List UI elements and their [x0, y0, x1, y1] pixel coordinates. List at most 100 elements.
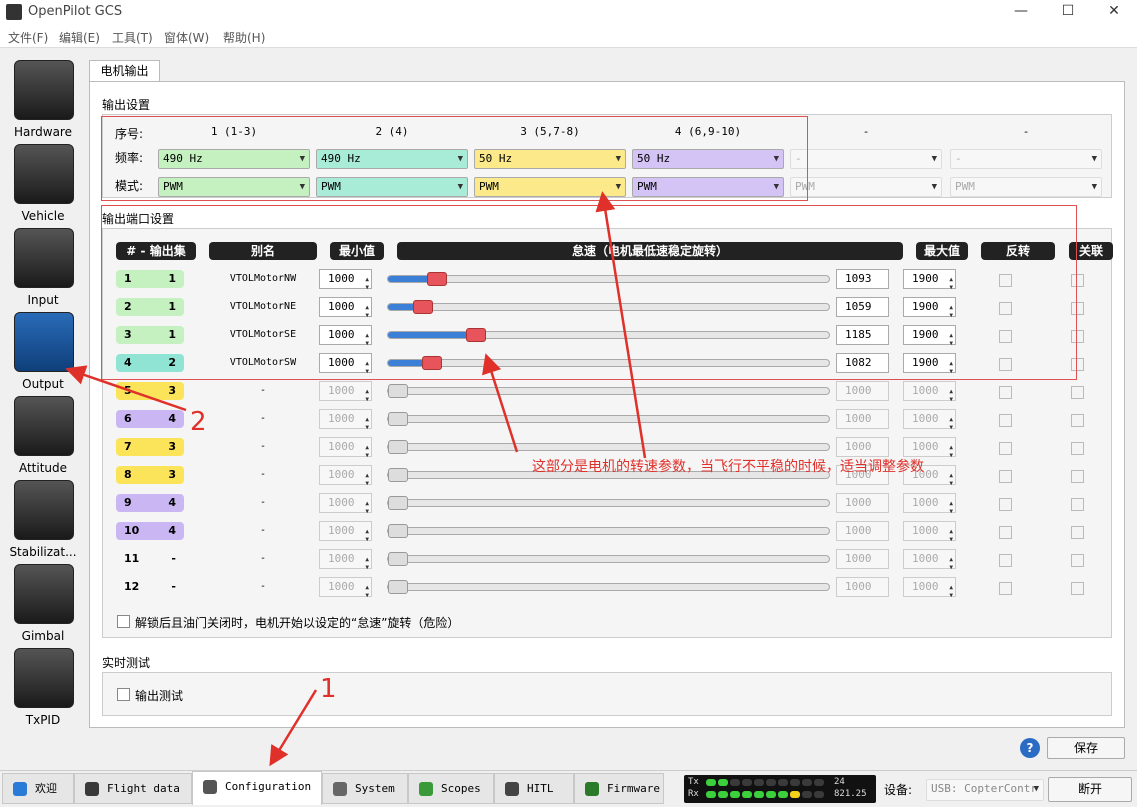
- channel-number-badge: 12 -: [116, 578, 184, 596]
- channel-neutral-value: 1000: [845, 440, 872, 453]
- channel-neutral-value: 1000: [845, 496, 872, 509]
- channel-neutral-value: 1000: [845, 412, 872, 425]
- spin-down-icon: ▼: [949, 424, 953, 431]
- tab-firmware[interactable]: Firmware: [574, 773, 664, 804]
- tab-hitl[interactable]: HITL: [494, 773, 574, 804]
- sidebar-item-gimbal[interactable]: Gimbal: [4, 564, 82, 648]
- flight-data-icon: [85, 782, 99, 796]
- channel-min-value: 1000: [328, 440, 355, 453]
- device-select[interactable]: USB: CopterContr ▼: [926, 779, 1044, 801]
- telemetry-led: [802, 779, 812, 786]
- channel-min-spinbox: 1000 ▲ ▼: [319, 493, 372, 515]
- menu-help[interactable]: 帮助(H): [223, 29, 265, 46]
- channel-number: 10: [124, 524, 140, 537]
- channel-number: 5: [124, 384, 132, 397]
- channel-row: 6 4-1000 ▲ ▼ 1000 1000 ▲ ▼: [103, 409, 1113, 433]
- channel-min-value: 1000: [328, 384, 355, 397]
- chevron-down-icon: ▼: [931, 154, 937, 164]
- channel-row: 5 3-1000 ▲ ▼ 1000 1000 ▲ ▼: [103, 381, 1113, 405]
- link-checkbox: [1071, 554, 1084, 567]
- link-checkbox: [1071, 526, 1084, 539]
- channel-max-spinbox: 1000 ▲ ▼: [903, 409, 956, 431]
- channel-bank: 3: [168, 440, 176, 453]
- camera-icon: [14, 564, 74, 624]
- annotation-marker-2: 2: [190, 407, 207, 437]
- slider-handle: [388, 552, 408, 566]
- channel-max-spinbox: 1000 ▲ ▼: [903, 437, 956, 459]
- channel-alias: -: [259, 385, 267, 396]
- sidebar-item-hardware[interactable]: Hardware: [4, 60, 82, 144]
- channel-min-spinbox: 1000 ▲ ▼: [319, 409, 372, 431]
- spin-on-arm-checkbox[interactable]: [117, 615, 130, 628]
- channel-row: 10 4-1000 ▲ ▼ 1000 1000 ▲ ▼: [103, 521, 1113, 545]
- device-select-value: USB: CopterContr: [931, 782, 1037, 795]
- channel-max-value: 1000: [912, 552, 939, 565]
- sidebar-item-attitude[interactable]: Attitude: [4, 396, 82, 480]
- telemetry-led: [706, 791, 716, 798]
- channel-max-spinbox: 1000 ▲ ▼: [903, 521, 956, 543]
- channel-alias: -: [259, 497, 267, 508]
- telemetry-led: [778, 779, 788, 786]
- slider-handle: [388, 412, 408, 426]
- sidebar-item-vehicle[interactable]: Vehicle: [4, 144, 82, 228]
- tab-motor-output[interactable]: 电机输出: [89, 60, 160, 82]
- telemetry-led: [718, 791, 728, 798]
- channel-max-value: 1000: [912, 496, 939, 509]
- channel-number: 11: [124, 552, 140, 565]
- gamepad-icon: [505, 782, 519, 796]
- spin-down-icon: ▼: [365, 480, 369, 487]
- sidebar-item-output[interactable]: Output: [4, 312, 82, 396]
- menu-tools[interactable]: 工具(T): [112, 29, 153, 46]
- tab-configuration[interactable]: Configuration: [192, 771, 322, 805]
- close-button[interactable]: ✕: [1091, 0, 1137, 24]
- disconnect-button[interactable]: 断开: [1048, 777, 1132, 802]
- channel-number-badge: 94: [116, 494, 184, 512]
- menu-file[interactable]: 文件(F): [8, 29, 48, 46]
- sidebar-item-label: Stabilizat...: [9, 545, 77, 559]
- window-title: OpenPilot GCS: [28, 4, 123, 19]
- telemetry-led: [766, 791, 776, 798]
- spin-down-icon: ▼: [365, 452, 369, 459]
- slider-handle: [388, 440, 408, 454]
- channel-number-badge: 64: [116, 410, 184, 428]
- channel-alias: -: [259, 525, 267, 536]
- app-logo-icon: [6, 4, 22, 20]
- help-icon[interactable]: ?: [1020, 738, 1040, 758]
- spin-down-icon: ▼: [365, 508, 369, 515]
- telemetry-led: [814, 779, 824, 786]
- channel-neutral-spinbox: 1000: [836, 493, 889, 513]
- scope-icon: [419, 782, 433, 796]
- reverse-checkbox: [999, 386, 1012, 399]
- bank-index-6: -: [1022, 125, 1030, 138]
- sidebar-item-stabilizat[interactable]: Stabilizat...: [4, 480, 82, 564]
- channel-number: 12: [124, 580, 140, 593]
- sidebar-item-input[interactable]: Input: [4, 228, 82, 312]
- channel-number-badge: 73: [116, 438, 184, 456]
- output-test-checkbox[interactable]: [117, 688, 130, 701]
- menu-edit[interactable]: 编辑(E): [59, 29, 100, 46]
- telemetry-led: [754, 779, 764, 786]
- minimize-button[interactable]: —: [998, 0, 1044, 24]
- sidebar-item-txpid[interactable]: TxPID: [4, 648, 82, 732]
- wrench-icon: [203, 780, 217, 794]
- tx-value: 24: [834, 777, 845, 787]
- bank-freq-value: -: [955, 152, 962, 165]
- spin-down-icon: ▼: [949, 396, 953, 403]
- rx-value: 821.25: [834, 789, 867, 799]
- channel-min-spinbox: 1000 ▲ ▼: [319, 437, 372, 459]
- spin-down-icon: ▼: [365, 396, 369, 403]
- spin-on-arm-label: 解锁后且油门关闭时，电机开始以设定的“怠速”旋转（危险）: [135, 616, 460, 630]
- telemetry-led: [706, 779, 716, 786]
- output-test-label: 输出测试: [135, 689, 184, 703]
- status-bar: 欢迎 Flight data Configuration System Scopes HI…: [0, 770, 1137, 807]
- save-button[interactable]: 保存: [1047, 737, 1125, 759]
- tab-[interactable]: 欢迎: [2, 773, 74, 804]
- tab-scopes[interactable]: Scopes: [408, 773, 494, 804]
- tab-system[interactable]: System: [322, 773, 408, 804]
- channel-neutral-spinbox: 1000: [836, 437, 889, 457]
- channel-min-spinbox: 1000 ▲ ▼: [319, 381, 372, 403]
- menu-window[interactable]: 窗体(W): [164, 29, 209, 46]
- title-bar: OpenPilot GCS — ☐ ✕: [0, 0, 1137, 26]
- tab-flightdata[interactable]: Flight data: [74, 773, 192, 804]
- maximize-button[interactable]: ☐: [1045, 0, 1091, 24]
